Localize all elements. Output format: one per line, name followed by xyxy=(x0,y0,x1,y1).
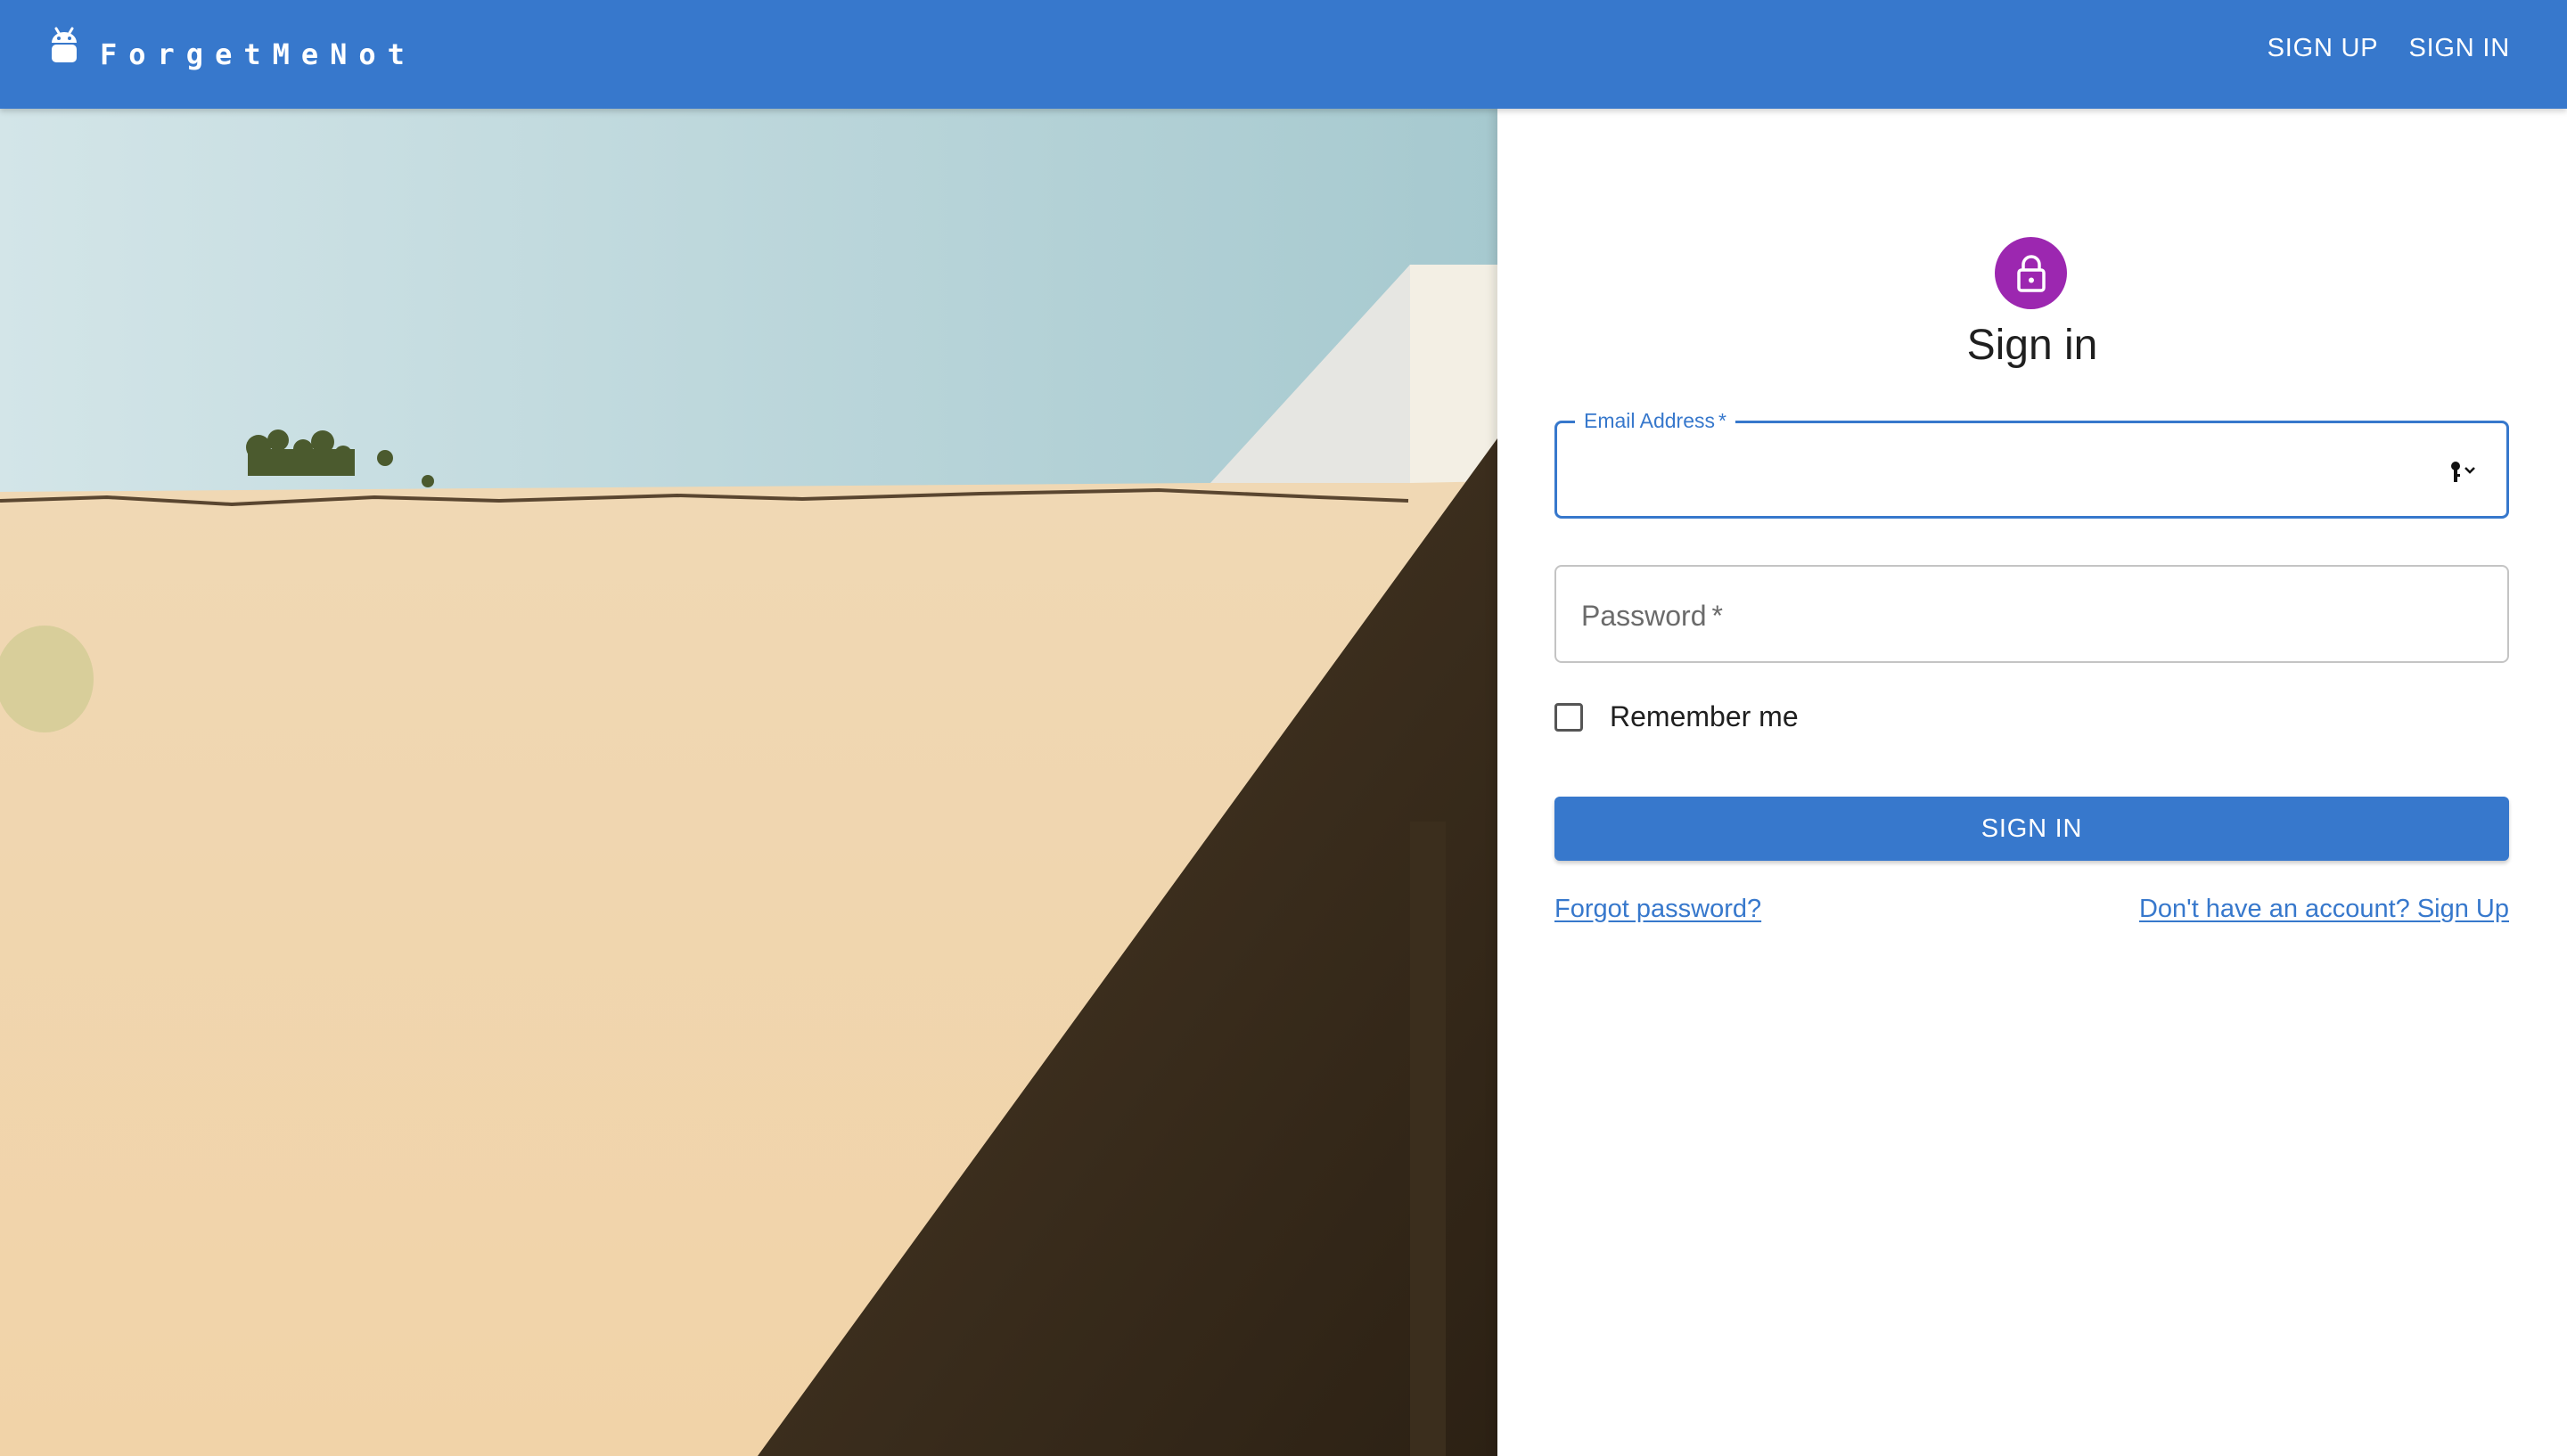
wall-photo xyxy=(0,109,1497,1456)
app-bar: ForgetMeNot SIGN UP SIGN IN xyxy=(0,0,2567,109)
forgot-password-link[interactable]: Forgot password? xyxy=(1554,895,1761,924)
header-sign-in-button[interactable]: SIGN IN xyxy=(2408,34,2510,63)
brand[interactable]: ForgetMeNot xyxy=(48,23,416,71)
key-icon[interactable] xyxy=(2446,459,2481,486)
password-field[interactable]: Password * xyxy=(1554,565,2509,663)
lock-avatar xyxy=(1995,237,2067,309)
sign-in-button[interactable]: SIGN IN xyxy=(1554,797,2509,861)
page-title: Sign in xyxy=(1966,322,2098,369)
remember-checkbox[interactable] xyxy=(1554,702,1583,732)
sign-up-link[interactable]: Don't have an account? Sign Up xyxy=(2139,895,2509,924)
android-icon xyxy=(52,27,77,62)
header-sign-up-button[interactable]: SIGN UP xyxy=(2268,34,2379,63)
sign-in-panel: Sign in Email Address * Password * Remembe… xyxy=(1497,109,2567,1456)
email-input[interactable] xyxy=(1582,423,2435,518)
password-placeholder: Password * xyxy=(1581,600,1723,633)
password-required-mark: * xyxy=(1711,600,1723,632)
email-field[interactable]: Email Address * xyxy=(1554,408,2509,519)
remember-me[interactable]: Remember me xyxy=(1554,700,1799,733)
remember-label: Remember me xyxy=(1610,700,1799,732)
password-placeholder-text: Password xyxy=(1581,600,1707,632)
lock-icon xyxy=(2016,254,2046,292)
hero-image xyxy=(0,109,1497,1456)
header-nav: SIGN UP SIGN IN xyxy=(2268,34,2510,63)
brand-name: ForgetMeNot xyxy=(100,37,416,71)
